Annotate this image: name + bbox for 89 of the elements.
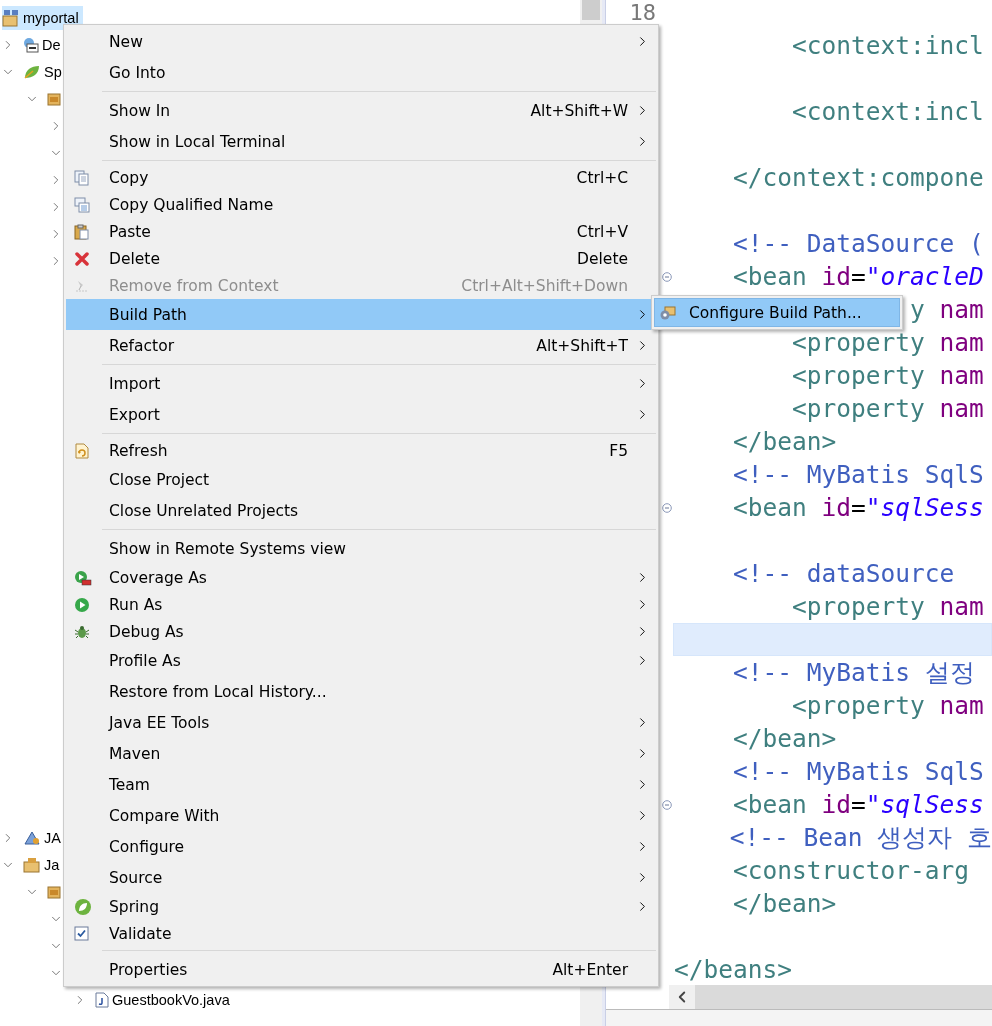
- collapse-icon[interactable]: [662, 271, 672, 282]
- menu-item[interactable]: Restore from Local History...: [66, 676, 656, 707]
- menu-item[interactable]: Coverage As: [66, 564, 656, 591]
- shortcut-text: Ctrl+Alt+Shift+Down: [461, 276, 628, 295]
- shortcut-text: Alt+Shift+W: [530, 101, 628, 120]
- menu-item[interactable]: Properties Alt+Enter: [66, 954, 656, 985]
- code-line: </bean>: [733, 723, 837, 755]
- tree-item[interactable]: De: [23, 32, 65, 57]
- code-line: </bean>: [733, 426, 837, 458]
- menu-item[interactable]: Show in Remote Systems view: [66, 533, 656, 564]
- checkbox-icon: [74, 926, 89, 941]
- menu-item[interactable]: Compare With: [66, 800, 656, 831]
- menu-item[interactable]: Delete Delete: [66, 245, 656, 272]
- scrollbar-thumb[interactable]: [582, 0, 600, 20]
- menu-item[interactable]: Import: [66, 368, 656, 399]
- menu-item[interactable]: Close Project: [66, 464, 656, 495]
- code-line: <context:incl: [792, 30, 984, 62]
- code-line: <context:incl: [792, 96, 984, 128]
- shortcut-text: F5: [609, 441, 628, 460]
- menu-item[interactable]: Configure: [66, 831, 656, 862]
- code-line: <property nam: [792, 327, 984, 359]
- tree-item[interactable]: Sp: [23, 59, 66, 84]
- shortcut-text: Alt+Enter: [552, 960, 628, 979]
- menu-item[interactable]: Profile As: [66, 645, 656, 676]
- copy-icon: [74, 169, 90, 186]
- clipboard-icon: [74, 223, 90, 240]
- code-line: </beans>: [674, 954, 792, 985]
- leaf-icon: [74, 897, 92, 916]
- play-bar-icon: [74, 569, 92, 586]
- menu-item[interactable]: Spring: [66, 893, 656, 920]
- code-line: <bean id="sqlSess: [733, 492, 984, 524]
- collapse-icon[interactable]: [662, 502, 672, 513]
- tree-item[interactable]: Ja: [23, 852, 64, 877]
- menu-item[interactable]: Go Into: [66, 57, 656, 88]
- horizontal-scrollbar[interactable]: [669, 985, 992, 1009]
- package-icon: [47, 883, 61, 900]
- menu-item[interactable]: Export: [66, 399, 656, 430]
- folder-gear-icon: [659, 304, 677, 321]
- document-list-icon: [74, 196, 90, 213]
- tree-item[interactable]: GuestbookVo.java: [95, 987, 234, 1012]
- code-line: <!-- DataSource (: [733, 228, 984, 260]
- menu-item[interactable]: Copy Qualified Name: [66, 191, 656, 218]
- collapse-icon[interactable]: [662, 799, 672, 810]
- menu-item[interactable]: Close Unrelated Projects: [66, 495, 656, 526]
- menu-item[interactable]: Paste Ctrl+V: [66, 218, 656, 245]
- menu-item[interactable]: Java EE Tools: [66, 707, 656, 738]
- code-line: <property nam: [792, 360, 984, 392]
- code-line: <constructor-arg: [733, 855, 970, 887]
- menu-item[interactable]: Show In Alt+Shift+W: [66, 95, 656, 126]
- shortcut-text: Ctrl+C: [576, 168, 628, 187]
- package-icon: [47, 90, 61, 107]
- refresh-icon: [74, 442, 90, 459]
- menu-item[interactable]: Run As: [66, 591, 656, 618]
- code-line: <bean id="oracleD: [733, 261, 984, 293]
- bug-icon: [74, 623, 90, 640]
- menu-item[interactable]: Refresh F5: [66, 437, 656, 464]
- menu-item[interactable]: Debug As: [66, 618, 656, 645]
- code-line: <!-- dataSource: [733, 558, 955, 590]
- menu-item[interactable]: Validate: [66, 920, 656, 947]
- shortcut-text: Delete: [577, 249, 628, 268]
- code-line: <property nam: [792, 591, 984, 623]
- code-line: <!-- MyBatis 설정: [733, 657, 975, 689]
- code-line: </bean>: [733, 888, 837, 920]
- play-icon: [74, 596, 90, 613]
- line-number: 18: [629, 0, 656, 25]
- code-line: <!-- MyBatis SqlS: [733, 756, 984, 788]
- code-line: <property nam: [792, 393, 984, 425]
- menu-item[interactable]: Source: [66, 862, 656, 893]
- menu-item[interactable]: Copy Ctrl+C: [66, 164, 656, 191]
- project-icon: [2, 8, 20, 27]
- menu-item[interactable]: Configure Build Path...: [654, 298, 900, 327]
- menu-item[interactable]: Maven: [66, 738, 656, 769]
- menu-item[interactable]: Team: [66, 769, 656, 800]
- code-line: <!-- Bean 생성자 호: [729, 822, 992, 854]
- tree-item[interactable]: myportal: [2, 5, 83, 30]
- shortcut-text: Ctrl+V: [576, 222, 628, 241]
- x-icon: [74, 250, 90, 267]
- tree-item[interactable]: JA: [23, 825, 65, 850]
- code-line: <!-- MyBatis SqlS: [733, 459, 984, 491]
- menu-item[interactable]: Show in Local Terminal: [66, 126, 656, 157]
- code-line: </context:compone: [733, 162, 984, 194]
- shortcut-text: Alt+Shift+T: [536, 336, 628, 355]
- code-line: <bean id="sqlSess: [733, 789, 984, 821]
- code-line: <property nam: [792, 690, 984, 722]
- menu-item[interactable]: Refactor Alt+Shift+T: [66, 330, 656, 361]
- code-line: y nam: [910, 294, 984, 326]
- scroll-left-button[interactable]: [669, 985, 695, 1009]
- leaf-icon: [23, 63, 41, 80]
- java-file-icon: [95, 991, 109, 1008]
